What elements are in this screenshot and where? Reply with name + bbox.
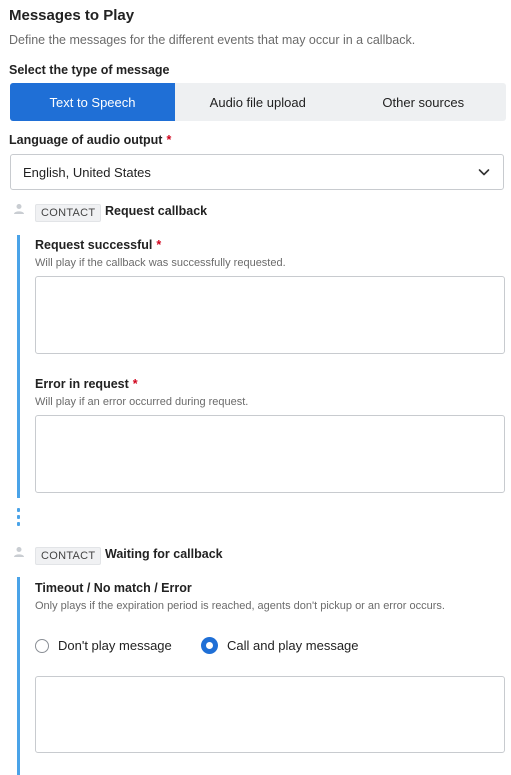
message-type-label: Select the type of message <box>9 63 170 77</box>
required-mark: * <box>166 133 172 147</box>
error-in-request-label: Error in request * <box>35 377 138 391</box>
required-mark: * <box>156 238 162 252</box>
message-type-segmented-control: Text to Speech Audio file upload Other s… <box>10 83 506 121</box>
flow-line <box>17 577 20 775</box>
request-successful-label: Request successful * <box>35 238 161 252</box>
radio-checked-icon <box>201 637 218 654</box>
radio-dont-play-message[interactable]: Don't play message <box>35 638 172 653</box>
error-in-request-textarea[interactable] <box>35 415 505 493</box>
chevron-down-icon <box>478 169 490 176</box>
language-label: Language of audio output * <box>9 133 171 147</box>
person-icon <box>14 547 24 557</box>
option-audio-file-upload[interactable]: Audio file upload <box>175 83 341 121</box>
timeout-label: Timeout / No match / Error <box>35 581 192 595</box>
language-label-text: Language of audio output <box>9 133 163 147</box>
option-other-sources[interactable]: Other sources <box>341 83 507 121</box>
step-name: Waiting for callback <box>105 547 223 561</box>
timeout-hint: Only plays if the expiration period is r… <box>35 600 445 612</box>
language-select-value: English, United States <box>23 164 151 180</box>
required-mark: * <box>132 377 138 391</box>
radio-label: Call and play message <box>227 638 359 653</box>
timeout-message-textarea[interactable] <box>35 676 505 753</box>
request-successful-hint: Will play if the callback was successful… <box>35 257 286 269</box>
contact-badge: CONTACT <box>35 204 102 222</box>
radio-label: Don't play message <box>58 638 172 653</box>
error-in-request-hint: Will play if an error occurred during re… <box>35 396 249 408</box>
language-select[interactable]: English, United States <box>10 154 504 190</box>
radio-call-and-play-message[interactable]: Call and play message <box>201 637 359 654</box>
section-description: Define the messages for the different ev… <box>9 33 416 47</box>
error-in-request-label-text: Error in request <box>35 377 129 391</box>
flow-connector-dots <box>17 508 20 529</box>
step-name: Request callback <box>105 204 208 218</box>
request-successful-label-text: Request successful <box>35 238 153 252</box>
radio-unchecked-icon <box>35 638 49 653</box>
person-icon <box>14 204 24 214</box>
contact-badge: CONTACT <box>35 547 102 565</box>
section-title: Messages to Play <box>9 7 135 24</box>
request-successful-textarea[interactable] <box>35 276 505 354</box>
flow-line <box>17 235 20 498</box>
option-text-to-speech[interactable]: Text to Speech <box>10 83 175 121</box>
